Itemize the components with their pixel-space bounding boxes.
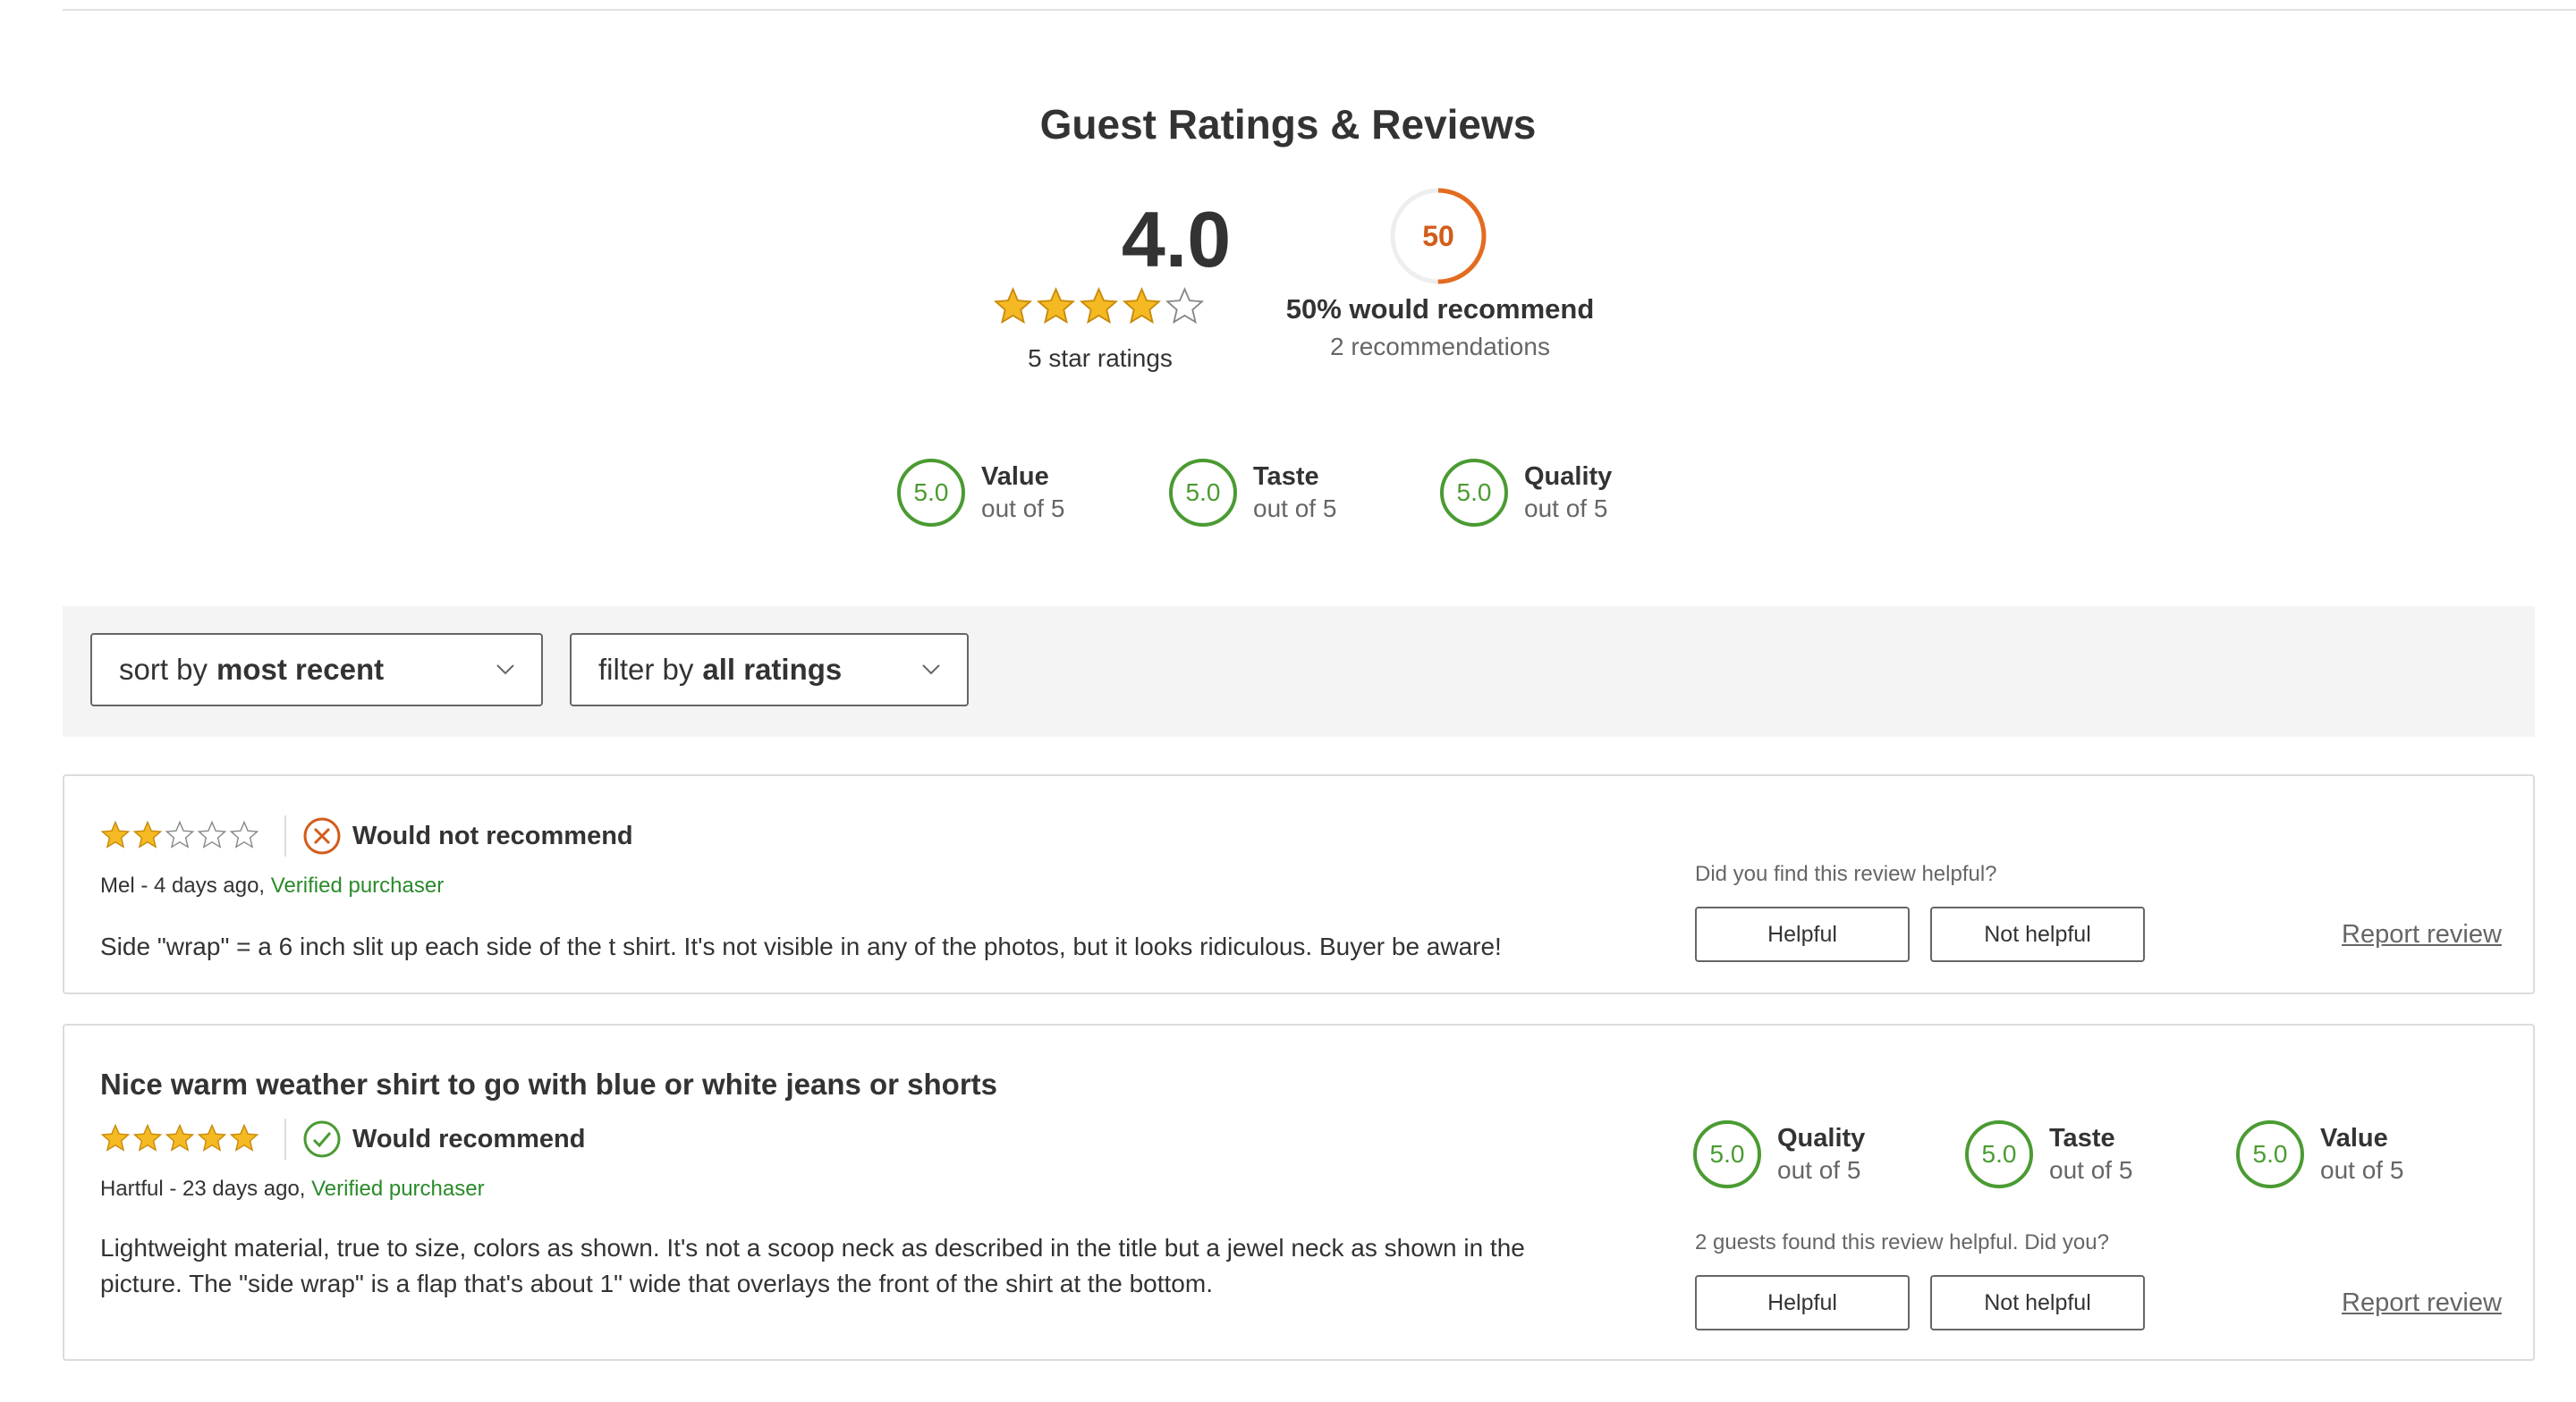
review-attr-taste: 5.0 Taste out of 5 [1965,1120,2132,1188]
score-circle: 5.0 [2236,1120,2304,1188]
review-meta: Mel - 4 days ago, Verified purchaser [100,874,444,899]
attr-sub: out of 5 [2049,1156,2133,1184]
score-circle: 5.0 [1440,459,1508,527]
review-attr-value: 5.0 Value out of 5 [2236,1120,2403,1188]
attr-label: Taste [1253,462,1319,491]
attr-label: Value [2320,1124,2388,1153]
star-filled-icon [100,1123,131,1152]
sort-prefix: sort by [119,653,208,686]
not-helpful-button[interactable]: Not helpful [1930,907,2145,962]
review-attr-quality: 5.0 Quality out of 5 [1693,1120,1865,1188]
star-empty-icon [229,820,259,849]
recommend-badge: Would recommend [302,1119,586,1159]
average-stars [993,286,1208,327]
review-title: Nice warm weather shirt to go with blue … [100,1068,998,1101]
divider [284,815,286,857]
score-circle: 5.0 [1965,1120,2033,1188]
star-filled-icon [165,1123,195,1152]
score-circle: 5.0 [897,459,965,527]
author-date: Mel - 4 days ago, [100,874,271,898]
star-empty-icon [1165,286,1205,325]
recommend-text: Would recommend [352,1124,586,1153]
star-filled-icon [132,1123,163,1152]
helpful-question: Did you find this review helpful? [1695,862,1997,886]
not-helpful-button[interactable]: Not helpful [1930,1275,2145,1330]
verified-purchaser: Verified purchaser [311,1177,485,1201]
star-empty-icon [197,820,227,849]
summary-attr-taste: 5.0 Taste out of 5 [1169,459,1336,527]
report-review-link[interactable]: Report review [2342,920,2502,950]
recommend-badge: Would not recommend [302,816,633,856]
sort-value: most recent [216,653,385,686]
summary-attr-value: 5.0 Value out of 5 [897,459,1064,527]
check-circle-icon [303,1120,341,1158]
star-empty-icon [165,820,195,849]
top-divider [63,9,2576,11]
recommend-text: Would not recommend [352,821,633,850]
helpful-button[interactable]: Helpful [1695,907,1910,962]
helpful-question: 2 guests found this review helpful. Did … [1695,1230,2109,1254]
score-circle: 5.0 [1169,459,1237,527]
section-heading: Guest Ratings & Reviews [1039,101,1537,148]
sort-select[interactable]: sort by most recent [90,633,543,706]
average-rating: 4.0 [1121,195,1232,283]
recommend-count: 2 recommendations [1330,333,1550,360]
star-filled-icon [197,1123,227,1152]
review-body: Lightweight material, true to size, colo… [100,1234,1525,1297]
star-filled-icon [1036,286,1076,325]
report-review-link[interactable]: Report review [2342,1288,2502,1318]
review-stars [100,1123,259,1153]
review-meta: Hartful - 23 days ago, Verified purchase… [100,1177,485,1202]
helpful-button[interactable]: Helpful [1695,1275,1910,1330]
attr-sub: out of 5 [1253,494,1337,522]
star-filled-icon [1079,286,1119,325]
attr-label: Quality [1524,462,1613,491]
summary-attr-quality: 5.0 Quality out of 5 [1440,459,1612,527]
star-filled-icon [100,820,131,849]
ratings-count: 5 star ratings [1028,344,1173,372]
star-filled-icon [993,286,1033,325]
chevron-down-icon [496,664,514,675]
attr-label: Value [981,462,1049,491]
attr-sub: out of 5 [2320,1156,2404,1184]
verified-purchaser: Verified purchaser [270,874,445,898]
sort-filter-toolbar: sort by most recent filter by all rating… [63,606,2535,737]
attr-sub: out of 5 [1777,1156,1861,1184]
attr-sub: out of 5 [1524,494,1608,522]
star-filled-icon [229,1123,259,1152]
review-body: Side "wrap" = a 6 inch slit up each side… [100,933,1502,960]
filter-prefix: filter by [598,653,694,686]
author-date: Hartful - 23 days ago, [100,1177,312,1201]
attr-sub: out of 5 [981,494,1065,522]
recommend-ring-value: 50 [1422,220,1454,252]
x-circle-icon [303,817,341,855]
attr-label: Quality [1777,1124,1866,1153]
score-circle: 5.0 [1693,1120,1761,1188]
star-filled-icon [1122,286,1162,325]
review-stars [100,820,259,850]
chevron-down-icon [922,664,940,675]
filter-value: all ratings [702,653,843,686]
recommend-ring: 50 [1390,188,1487,284]
divider [284,1119,286,1160]
filter-select[interactable]: filter by all ratings [570,633,969,706]
star-filled-icon [132,820,163,849]
recommend-percent-text: 50% would recommend [1285,293,1595,325]
attr-label: Taste [2049,1124,2115,1153]
